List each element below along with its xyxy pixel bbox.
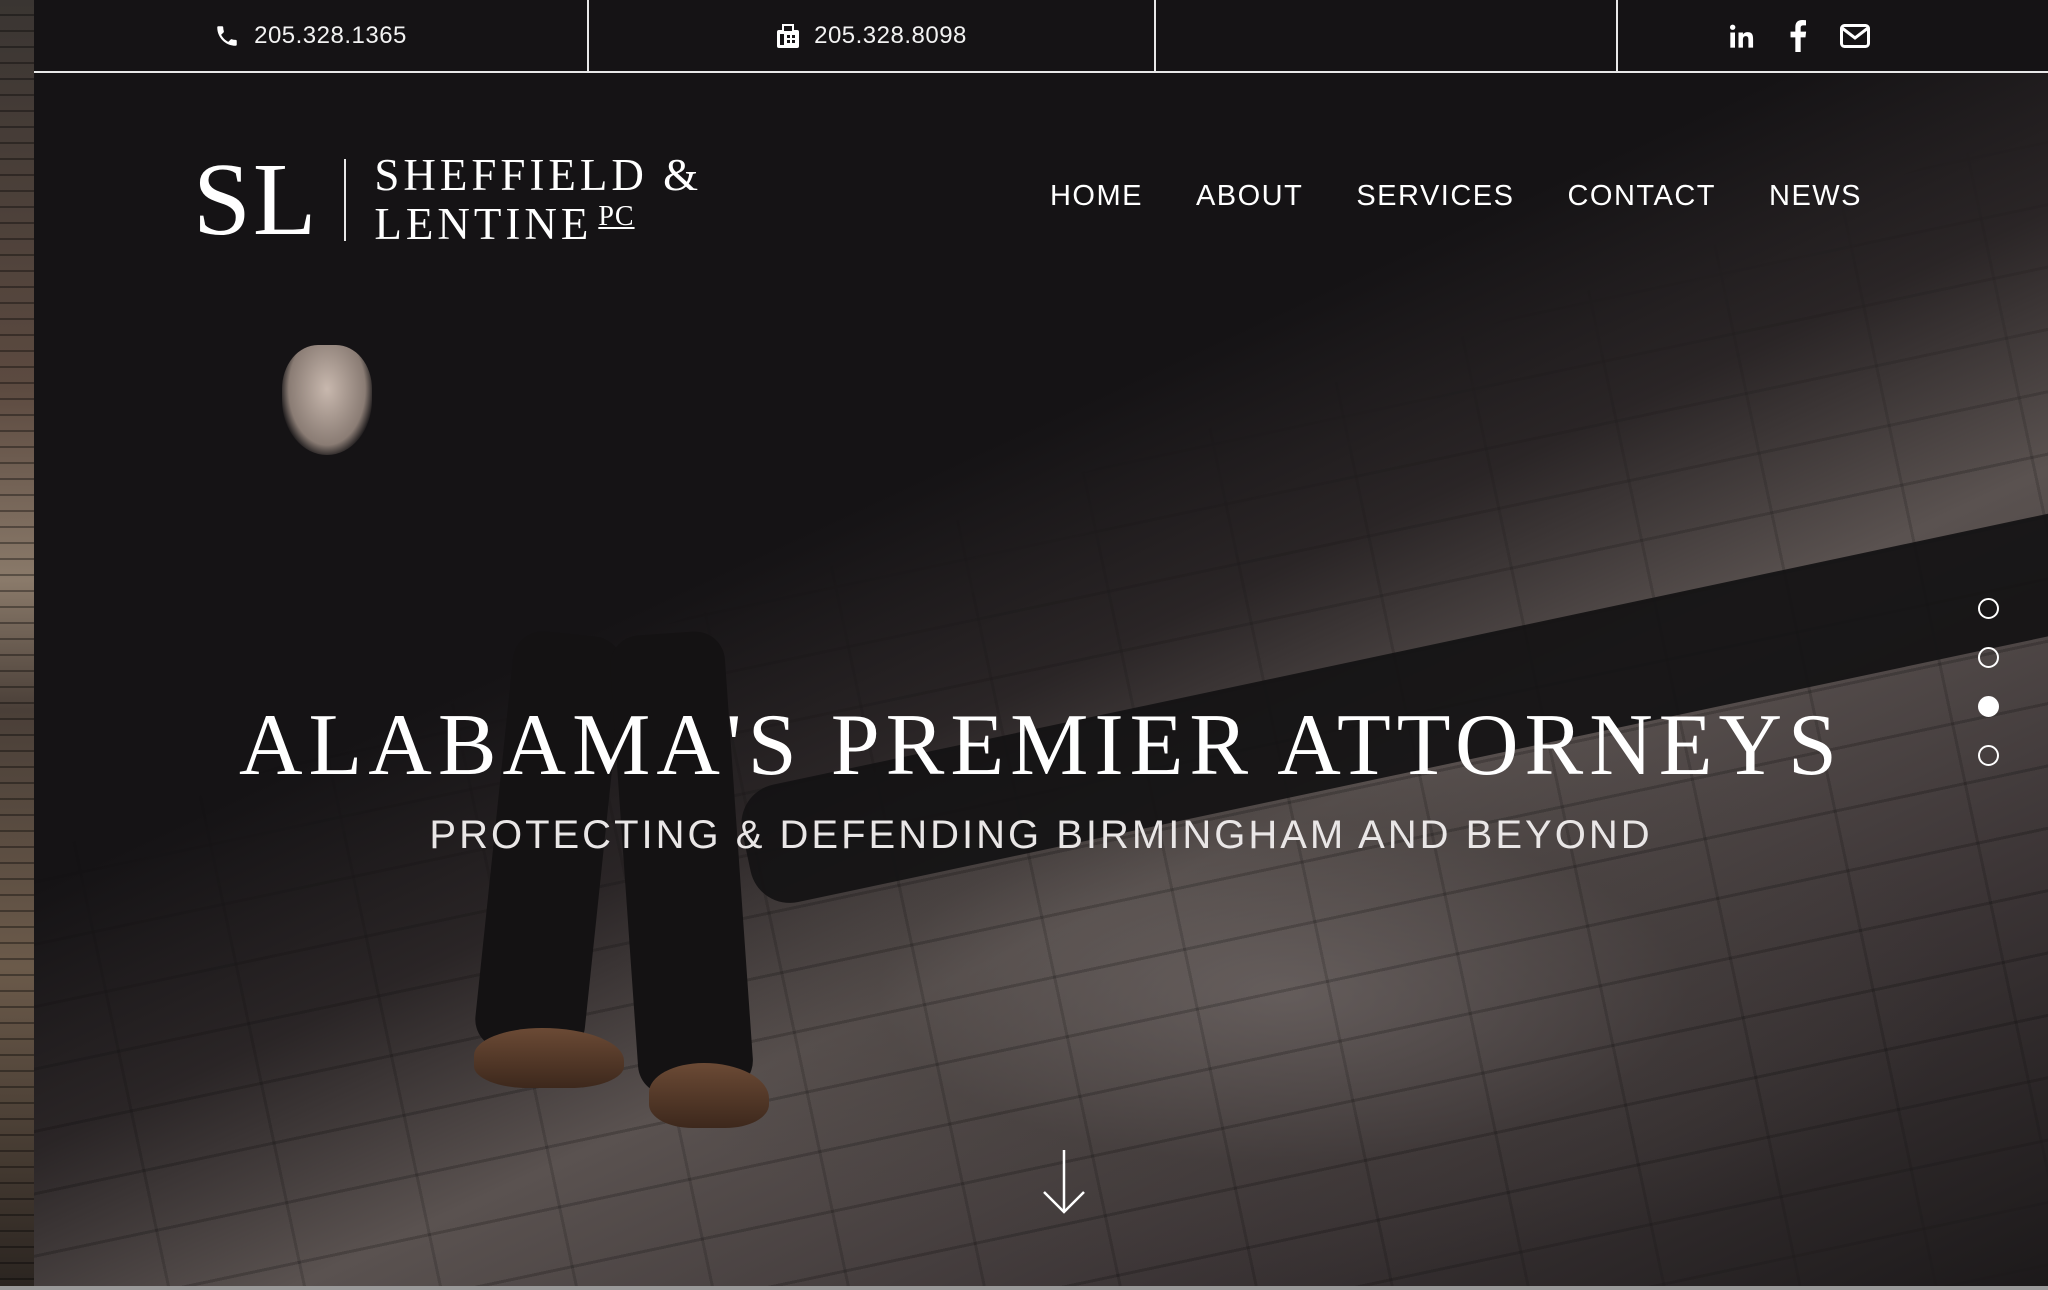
phone-cell[interactable]: 205.328.1365 — [34, 0, 589, 71]
nav-services[interactable]: SERVICES — [1356, 180, 1514, 213]
slide-dot-3[interactable] — [1978, 696, 1999, 717]
logo-line2: LENTINE — [374, 199, 593, 249]
nav-news[interactable]: NEWS — [1769, 180, 1862, 213]
slide-dot-4[interactable] — [1978, 745, 1999, 766]
logo-divider — [344, 159, 347, 241]
envelope-icon[interactable] — [1840, 23, 1870, 48]
nav-about[interactable]: ABOUT — [1196, 180, 1303, 213]
main-nav: HOME ABOUT SERVICES CONTACT NEWS — [1050, 180, 1862, 213]
scroll-down-arrow-icon[interactable] — [1042, 1148, 1086, 1221]
logo-initials: SL — [193, 142, 319, 257]
logo-suffix: PC — [598, 201, 635, 232]
logo-firm-name: SHEFFIELD & LENTINE PC — [374, 149, 703, 250]
person-hand — [282, 345, 372, 455]
fax-icon — [776, 23, 800, 49]
facebook-icon[interactable] — [1788, 19, 1808, 52]
fax-number[interactable]: 205.328.8098 — [814, 22, 967, 50]
site-logo[interactable]: SL SHEFFIELD & LENTINE PC — [193, 148, 702, 252]
contact-top-bar: 205.328.1365 205.328.8098 — [34, 0, 2048, 73]
slide-indicator — [1978, 598, 1999, 766]
logo-line1: SHEFFIELD & — [374, 149, 703, 200]
left-shoe — [474, 1028, 624, 1088]
adjacent-window-edge — [0, 0, 34, 1290]
phone-icon — [214, 23, 240, 49]
nav-home[interactable]: HOME — [1050, 180, 1143, 213]
linkedin-icon[interactable] — [1728, 22, 1756, 50]
slide-dot-1[interactable] — [1978, 598, 1999, 619]
empty-cell — [1156, 0, 1618, 71]
hero-section: ALABAMA'S PREMIER ATTORNEYS PROTECTING &… — [34, 73, 2048, 1286]
nav-contact[interactable]: CONTACT — [1567, 180, 1716, 213]
hero-headline: ALABAMA'S PREMIER ATTORNEYS — [239, 697, 1843, 794]
social-links — [1618, 0, 2046, 71]
slide-dot-2[interactable] — [1978, 647, 1999, 668]
right-shoe — [649, 1063, 769, 1128]
fax-cell[interactable]: 205.328.8098 — [589, 0, 1156, 71]
hero-subheadline: PROTECTING & DEFENDING BIRMINGHAM AND BE… — [429, 813, 1653, 857]
phone-number[interactable]: 205.328.1365 — [254, 22, 407, 50]
page-bottom-edge — [0, 1286, 2048, 1290]
